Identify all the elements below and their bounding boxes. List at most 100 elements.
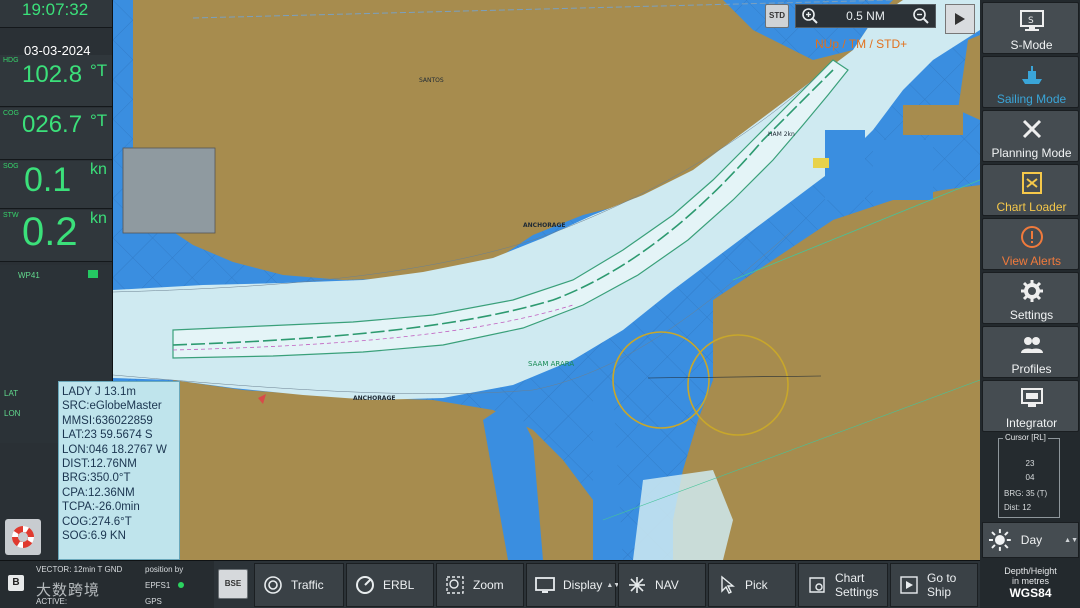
stw-tag: STW (3, 212, 19, 219)
view-alerts-label: View Alerts (1001, 254, 1062, 268)
play-icon (955, 13, 965, 25)
zoom-out-icon (913, 8, 929, 24)
settings-label: Settings (1009, 308, 1054, 322)
monitor-icon: S (1019, 10, 1044, 31)
nautical-chart[interactable]: SANTOS ANCHORAGE ANCHORAGE HAM 2kn SAAM … (113, 0, 980, 560)
palette-select[interactable]: Day ▲▼ (982, 522, 1079, 558)
chart-loader-icon (1021, 172, 1042, 194)
label-anchorage-2: ANCHORAGE (353, 395, 396, 402)
erbl-label: ERBL (383, 578, 415, 592)
cursor-bearing: BRG: 35 (T) (1004, 489, 1048, 498)
waypoint-flag-icon (88, 270, 98, 278)
chart-loader-label: Chart Loader (996, 200, 1067, 214)
target-name: LADY J 13.1m (62, 386, 136, 398)
pick-icon (721, 575, 735, 594)
zoom-in-icon (802, 8, 818, 24)
stepper-icon: ▲▼ (1064, 536, 1078, 544)
time-block: 19:07:32 (0, 0, 112, 28)
target-dist: DIST:12.76NM (62, 458, 137, 471)
cog-value: 026.7 (22, 111, 83, 138)
target-tcpa: TCPA:-26.0min (62, 501, 140, 514)
epfs-label: EPFS1 (145, 581, 171, 590)
erbl-icon (356, 576, 374, 594)
go-to-ship-label-1: Go to (927, 571, 957, 585)
hdg-value: 102.8 (22, 61, 83, 88)
cursor-line-1: 23 (1025, 459, 1035, 468)
target-mmsi: MMSI:636022859 (62, 414, 153, 427)
target-info-box[interactable]: LADY J 13.1m SRC:eGlobeMaster MMSI:63602… (58, 381, 180, 560)
datum-label: WGS84 (1009, 586, 1052, 600)
nav-label: NAV (655, 578, 679, 592)
target-lat: LAT:23 59.5674 S (62, 429, 153, 442)
target-cpa: CPA:12.36NM (62, 486, 135, 499)
chart-canvas[interactable] (113, 0, 980, 560)
sailing-mode-button[interactable]: Sailing Mode (982, 56, 1079, 108)
label-anchorage-1: ANCHORAGE (523, 222, 566, 229)
label-saam: SAAM ARARA (528, 360, 575, 368)
tools-icon (1022, 119, 1041, 139)
target-brg: BRG:350.0°T (62, 472, 131, 485)
man-overboard-button[interactable] (5, 519, 41, 555)
units-label: in metres (1011, 576, 1049, 586)
chart-loader-button[interactable]: Chart Loader (982, 164, 1079, 216)
pick-button[interactable]: Pick (708, 563, 796, 607)
epfs-status-icon (178, 582, 184, 588)
bse-button[interactable]: BSE (218, 569, 248, 599)
gear-icon (1020, 280, 1043, 302)
datum-info: Depth/Height in metres WGS84 (982, 562, 1079, 608)
gps-label: GPS (145, 597, 162, 606)
profiles-label: Profiles (1011, 362, 1052, 376)
erbl-button[interactable]: ERBL (346, 563, 434, 607)
lat-label: LAT (4, 389, 19, 398)
hdg-block: HDG 102.8 °T (0, 55, 112, 107)
cog-unit: °T (90, 111, 108, 130)
lon-label: LON (4, 409, 21, 418)
expand-panel-button[interactable] (945, 4, 975, 34)
planning-mode-label: Planning Mode (991, 146, 1072, 160)
profiles-button[interactable]: Profiles (982, 326, 1079, 378)
cog-tag: COG (3, 110, 19, 117)
nav-button[interactable]: NAV (618, 563, 706, 607)
stw-block: STW 0.2 kn (0, 210, 112, 262)
stw-value: 0.2 (22, 210, 78, 254)
planning-mode-button[interactable]: Planning Mode (982, 110, 1079, 162)
view-alerts-button[interactable]: View Alerts (982, 218, 1079, 270)
sun-icon (989, 529, 1011, 551)
go-to-ship-button[interactable]: Go to Ship (890, 563, 978, 607)
integrator-button[interactable]: Integrator (982, 380, 1079, 432)
chart-settings-label-1: Chart (835, 571, 865, 585)
s-mode-label: S-Mode (1010, 38, 1053, 52)
label-ham: HAM 2kn (768, 131, 795, 138)
zoom-button[interactable]: Zoom (436, 563, 524, 607)
ship-icon (1021, 66, 1042, 84)
display-label: Display (563, 578, 603, 592)
traffic-button[interactable]: Traffic (254, 563, 344, 607)
target-src: SRC:eGlobeMaster (62, 400, 162, 413)
sog-block: SOG 0.1 kn (0, 161, 112, 209)
ecdis-window: SANTOS ANCHORAGE ANCHORAGE HAM 2kn SAAM … (0, 0, 1080, 608)
target-cog: COG:274.6°T (62, 515, 132, 528)
built-area (122, 147, 216, 234)
zoom-scale-select[interactable]: 0.5 NM (824, 9, 907, 23)
hdg-unit: °T (90, 61, 108, 80)
chart-settings-label-2: Settings (835, 585, 879, 599)
zoom-in-button[interactable] (796, 5, 824, 27)
cog-block: COG 026.7 °T (0, 108, 112, 160)
bottom-toolbar: B VECTOR: 12min T GND position by EPFS1 … (0, 560, 980, 608)
watermark: 大数跨境 (36, 582, 101, 599)
cursor-readout: Cursor [RL] 23 04 BRG: 35 (T) Dist: 12 (998, 433, 1060, 518)
s-mode-button[interactable]: S S-Mode (982, 2, 1079, 54)
zoom-out-button[interactable] (907, 5, 935, 27)
integrator-icon (1020, 388, 1043, 407)
time-value: 19:07:32 (22, 0, 89, 19)
vector-status: VECTOR: 12min T GND (36, 565, 123, 574)
std-display-button[interactable]: STD (765, 4, 789, 28)
alert-icon (1020, 226, 1043, 248)
position-by-label: position by (145, 565, 184, 574)
settings-button[interactable]: Settings (982, 272, 1079, 324)
chart-orientation[interactable]: NUp / TM / STD+ (815, 37, 907, 51)
svg-text:S: S (1028, 16, 1034, 26)
depth-height-label: Depth/Height (1004, 566, 1057, 576)
display-button[interactable]: Display ▲▼ (526, 563, 620, 607)
chart-settings-button[interactable]: Chart Settings (798, 563, 888, 607)
